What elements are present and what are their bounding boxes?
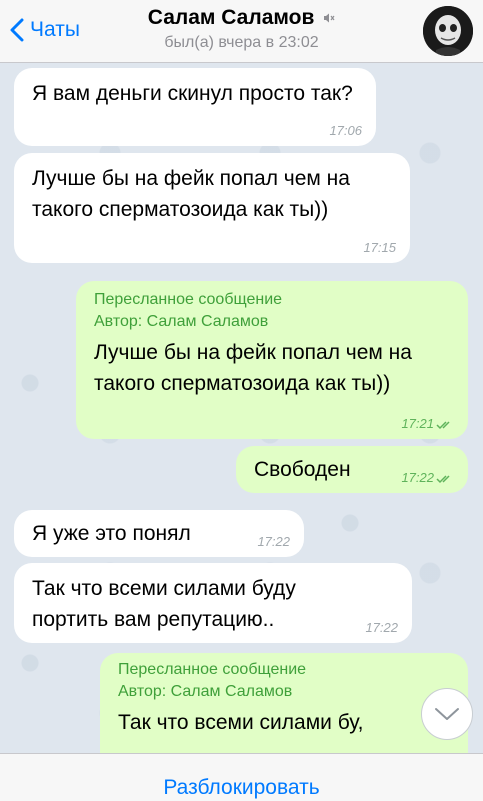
message-time: 17:22 [401,470,434,485]
forward-label: Пересланное сообщение [118,661,307,678]
message-time: 17:21 [401,416,434,431]
message-bubble-outgoing-forwarded[interactable]: Пересланное сообщение Автор: Салам Салам… [100,653,468,753]
forward-label: Пересланное сообщение [94,291,283,308]
message-text: Лучше бы на фейк попал чем на такого спе… [94,341,412,395]
message-meta: 17:21 [401,416,454,431]
last-seen-status: был(а) вчера в 23:02 [164,34,319,51]
contact-name: Салам Саламов [147,6,315,29]
forward-author[interactable]: Автор: Салам Саламов [118,681,452,703]
message-text: Так что всеми силами буду портить вам ре… [32,577,296,631]
message-bubble-incoming[interactable]: Лучше бы на фейк попал чем на такого спе… [14,153,410,263]
message-text: Лучше бы на фейк попал чем на такого спе… [32,167,350,221]
message-bubble-outgoing-forwarded[interactable]: Пересланное сообщение Автор: Салам Салам… [76,281,468,439]
message-bubble-incoming[interactable]: Я вам деньги скинул просто так? 17:06 [14,68,376,146]
chat-title[interactable]: Салам Саламов [0,6,483,30]
chevron-down-icon [435,708,459,720]
bottom-bar: Разблокировать [0,753,483,801]
message-time: 17:22 [365,620,398,635]
message-list[interactable]: Я вам деньги скинул просто так? 17:06 Лу… [0,63,483,753]
unblock-button[interactable]: Разблокировать [163,776,319,800]
scroll-to-bottom-button[interactable] [421,688,473,740]
avatar[interactable] [423,6,473,56]
chat-header: Чаты Салам Саламов был(а) вчера в 23:02 [0,0,483,63]
mute-icon [323,6,335,30]
double-check-icon [436,421,450,429]
double-check-icon [436,475,450,483]
message-time: 17:15 [363,240,396,255]
message-time: 17:22 [257,534,290,549]
message-text: Я вам деньги скинул просто так? [32,82,353,105]
message-bubble-incoming[interactable]: Я уже это понял 17:22 [14,510,304,557]
message-meta: 17:22 [401,470,454,485]
message-text: Я уже это понял [32,522,191,545]
message-text: Так что всеми силами бу, [118,711,364,734]
forward-author[interactable]: Автор: Салам Саламов [94,311,452,333]
message-bubble-incoming[interactable]: Так что всеми силами буду портить вам ре… [14,563,412,643]
message-bubble-outgoing[interactable]: Свободен 17:22 [236,446,468,493]
message-time: 17:06 [329,123,362,138]
